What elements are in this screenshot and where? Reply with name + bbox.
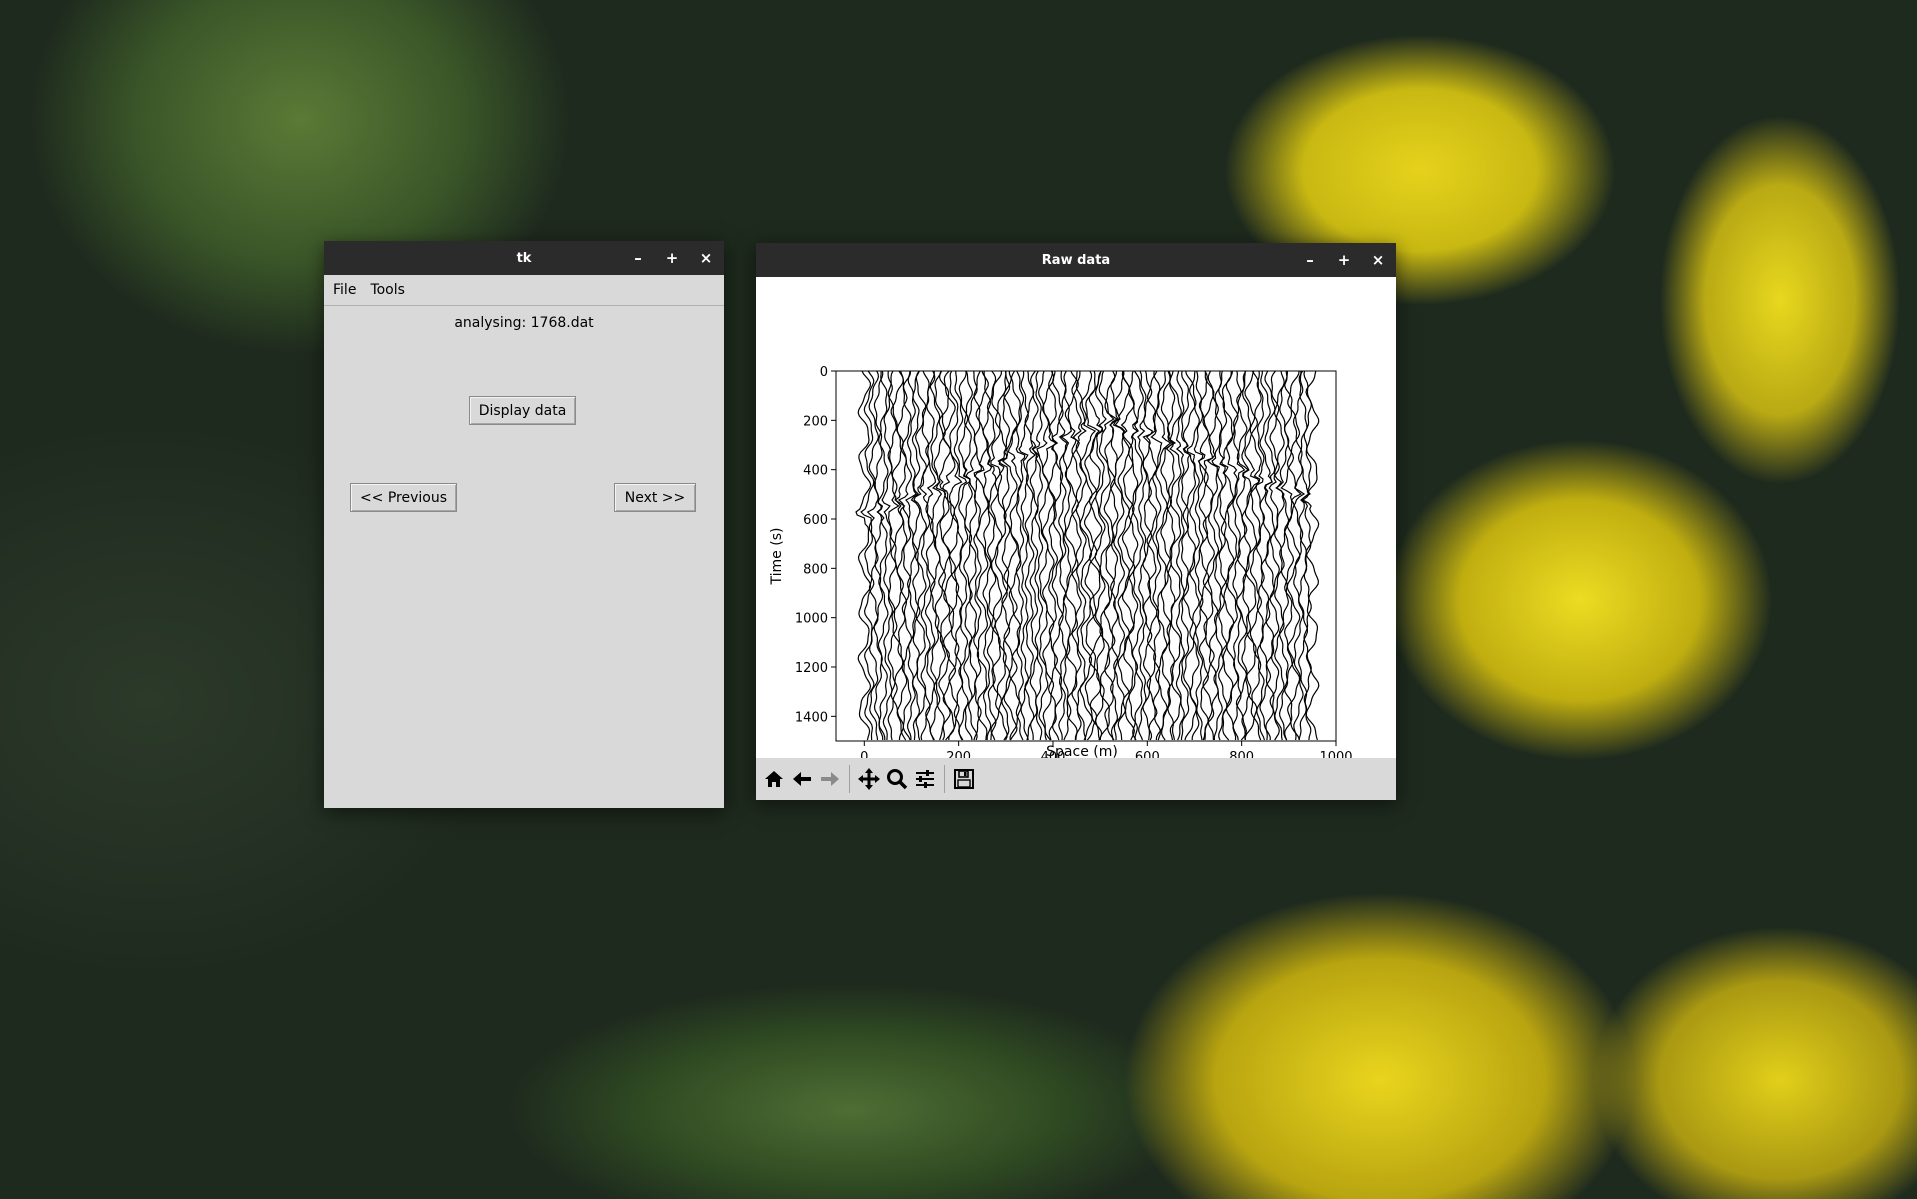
seismic-trace bbox=[924, 370, 937, 741]
seismic-trace bbox=[1244, 370, 1260, 740]
y-tick-label: 0 bbox=[820, 365, 828, 380]
maximize-icon[interactable]: + bbox=[664, 250, 680, 266]
seismic-trace bbox=[1036, 370, 1050, 741]
tk-window: tk – + × File Tools analysing: 1768.dat … bbox=[324, 241, 724, 808]
seismic-trace bbox=[1182, 370, 1197, 741]
seismic-trace bbox=[1060, 370, 1072, 741]
tk-body: File Tools analysing: 1768.dat Display d… bbox=[324, 275, 724, 808]
menu-file[interactable]: File bbox=[332, 280, 357, 300]
seismic-trace bbox=[1169, 370, 1182, 741]
wiggle-chart: 0 200 400 600 800 1000 0 200 400 600 800 1000 1200 1… bbox=[769, 365, 1353, 765]
previous-button[interactable]: << Previous bbox=[350, 483, 457, 512]
toolbar-separator bbox=[849, 765, 850, 793]
toolbar-separator bbox=[944, 765, 945, 793]
x-tick-label: 0 bbox=[860, 750, 868, 758]
plot-canvas[interactable]: 0 200 400 600 800 1000 0 200 400 600 800 1000 1200 1… bbox=[756, 277, 1396, 765]
close-icon[interactable]: × bbox=[1370, 252, 1386, 268]
maximize-icon[interactable]: + bbox=[1336, 252, 1352, 268]
minimize-icon[interactable]: – bbox=[630, 250, 646, 266]
menu-bar: File Tools bbox=[324, 275, 724, 306]
seismic-trace bbox=[1275, 370, 1290, 741]
close-icon[interactable]: × bbox=[698, 250, 714, 266]
seismic-trace bbox=[1268, 370, 1280, 741]
zoom-icon[interactable] bbox=[883, 764, 911, 794]
seismic-trace bbox=[1064, 370, 1080, 741]
menu-tools[interactable]: Tools bbox=[369, 280, 406, 300]
y-tick-label: 1000 bbox=[795, 612, 828, 627]
status-label: analysing: 1768.dat bbox=[454, 315, 594, 331]
navigation-toolbar bbox=[756, 758, 1396, 800]
display-data-button[interactable]: Display data bbox=[469, 396, 576, 425]
pan-icon[interactable] bbox=[855, 764, 883, 794]
seismic-trace bbox=[905, 370, 918, 740]
plot-window: Raw data – + × 0 200 400 600 800 1000 0 200 400… bbox=[756, 243, 1396, 800]
x-tick-label: 600 bbox=[1135, 750, 1160, 758]
plot-titlebar[interactable]: Raw data – + × bbox=[756, 243, 1396, 277]
x-tick-label: 800 bbox=[1229, 750, 1254, 758]
minimize-icon[interactable]: – bbox=[1302, 252, 1318, 268]
seismic-trace bbox=[1032, 370, 1044, 741]
seismic-trace bbox=[1180, 370, 1191, 741]
tk-window-title: tk bbox=[516, 250, 532, 266]
y-tick-label: 1200 bbox=[795, 661, 828, 676]
seismic-trace bbox=[1286, 370, 1306, 741]
x-axis-label: Space (m) bbox=[1046, 744, 1118, 758]
seismic-trace bbox=[855, 370, 872, 741]
forward-icon[interactable] bbox=[816, 764, 844, 794]
seismic-trace bbox=[887, 370, 900, 741]
trace-group bbox=[855, 370, 1320, 741]
y-tick-label: 600 bbox=[803, 513, 828, 528]
y-tick-label: 400 bbox=[803, 464, 828, 479]
save-icon[interactable] bbox=[950, 764, 978, 794]
y-tick-label: 800 bbox=[803, 562, 828, 577]
home-icon[interactable] bbox=[760, 764, 788, 794]
seismic-trace bbox=[1015, 370, 1026, 741]
seismic-trace bbox=[1007, 370, 1022, 741]
seismic-trace bbox=[881, 370, 894, 741]
tk-titlebar[interactable]: tk – + × bbox=[324, 241, 724, 275]
y-axis-label: Time (s) bbox=[769, 528, 785, 586]
seismic-trace bbox=[1218, 370, 1229, 741]
y-tick-label: 200 bbox=[803, 414, 828, 429]
back-icon[interactable] bbox=[788, 764, 816, 794]
seismic-trace bbox=[1186, 370, 1200, 741]
x-tick-label: 1000 bbox=[1319, 750, 1352, 758]
y-axis: 0 200 400 600 800 1000 1200 1400 bbox=[795, 365, 836, 725]
configure-subplots-icon[interactable] bbox=[911, 764, 939, 794]
x-tick-label: 200 bbox=[946, 750, 971, 758]
seismic-trace bbox=[994, 370, 1009, 741]
seismic-trace bbox=[876, 371, 889, 741]
seismic-trace bbox=[1029, 370, 1040, 741]
y-tick-label: 1400 bbox=[795, 710, 828, 725]
plot-window-title: Raw data bbox=[1041, 252, 1111, 268]
next-button[interactable]: Next >> bbox=[614, 483, 696, 512]
